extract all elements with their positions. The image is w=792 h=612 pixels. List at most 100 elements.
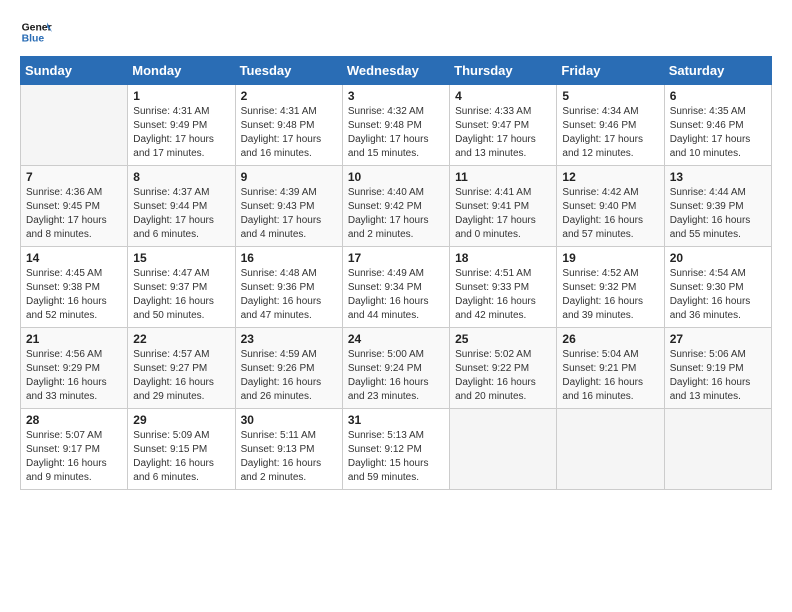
day-number: 30 [241,413,337,427]
day-info: Sunrise: 4:54 AMSunset: 9:30 PMDaylight:… [670,267,766,323]
day-info: Sunrise: 4:52 AMSunset: 9:32 PMDaylight:… [562,267,658,323]
logo-icon: General Blue [20,16,52,48]
day-number: 26 [562,332,658,346]
calendar-cell: 10Sunrise: 4:40 AMSunset: 9:42 PMDayligh… [342,166,449,247]
calendar-cell [664,409,771,490]
calendar-cell: 8 Sunrise: 4:37 AMSunset: 9:44 PMDaylight… [128,166,235,247]
calendar-cell [557,409,664,490]
calendar-cell: 14Sunrise: 4:45 AMSunset: 9:38 PMDayligh… [21,247,128,328]
day-number: 4 [455,89,551,103]
calendar-cell: 17Sunrise: 4:49 AMSunset: 9:34 PMDayligh… [342,247,449,328]
calendar-cell: 11 Sunrise: 4:41 AMSunset: 9:41 PMDayligh… [450,166,557,247]
calendar-cell: 12 Sunrise: 4:42 AMSunset: 9:40 PMDayligh… [557,166,664,247]
day-info: Sunrise: 5:13 AMSunset: 9:12 PMDaylight:… [348,429,444,485]
logo: General Blue [20,16,56,48]
calendar-week-3: 14Sunrise: 4:45 AMSunset: 9:38 PMDayligh… [21,247,772,328]
day-info: Sunrise: 4:40 AMSunset: 9:42 PMDaylight:… [348,186,444,242]
calendar-table: SundayMondayTuesdayWednesdayThursdayFrid… [20,56,772,490]
calendar-cell: 26 Sunrise: 5:04 AMSunset: 9:21 PMDayligh… [557,328,664,409]
day-info: Sunrise: 4:32 AMSunset: 9:48 PMDaylight:… [348,105,444,161]
calendar-cell: 15 Sunrise: 4:47 AMSunset: 9:37 PMDayligh… [128,247,235,328]
calendar-cell: 5 Sunrise: 4:34 AMSunset: 9:46 PMDaylight… [557,85,664,166]
day-number: 27 [670,332,766,346]
day-info: Sunrise: 4:51 AMSunset: 9:33 PMDaylight:… [455,267,551,323]
day-info: Sunrise: 4:39 AMSunset: 9:43 PMDaylight:… [241,186,337,242]
day-number: 16 [241,251,337,265]
col-header-monday: Monday [128,57,235,85]
col-header-thursday: Thursday [450,57,557,85]
day-info: Sunrise: 5:00 AMSunset: 9:24 PMDaylight:… [348,348,444,404]
calendar-cell: 4 Sunrise: 4:33 AMSunset: 9:47 PMDaylight… [450,85,557,166]
calendar-cell: 18Sunrise: 4:51 AMSunset: 9:33 PMDayligh… [450,247,557,328]
calendar-cell: 22 Sunrise: 4:57 AMSunset: 9:27 PMDayligh… [128,328,235,409]
calendar-cell: 20 Sunrise: 4:54 AMSunset: 9:30 PMDayligh… [664,247,771,328]
calendar-week-2: 7 Sunrise: 4:36 AMSunset: 9:45 PMDaylight… [21,166,772,247]
day-info: Sunrise: 5:02 AMSunset: 9:22 PMDaylight:… [455,348,551,404]
day-info: Sunrise: 4:41 AMSunset: 9:41 PMDaylight:… [455,186,551,242]
day-info: Sunrise: 4:56 AMSunset: 9:29 PMDaylight:… [26,348,122,404]
calendar-cell: 24 Sunrise: 5:00 AMSunset: 9:24 PMDayligh… [342,328,449,409]
col-header-tuesday: Tuesday [235,57,342,85]
day-info: Sunrise: 4:34 AMSunset: 9:46 PMDaylight:… [562,105,658,161]
day-info: Sunrise: 4:48 AMSunset: 9:36 PMDaylight:… [241,267,337,323]
calendar-week-1: 1 Sunrise: 4:31 AMSunset: 9:49 PMDaylight… [21,85,772,166]
calendar-cell [450,409,557,490]
calendar-cell: 27 Sunrise: 5:06 AMSunset: 9:19 PMDayligh… [664,328,771,409]
day-number: 17 [348,251,444,265]
day-info: Sunrise: 5:04 AMSunset: 9:21 PMDaylight:… [562,348,658,404]
day-number: 15 [133,251,229,265]
day-info: Sunrise: 4:37 AMSunset: 9:44 PMDaylight:… [133,186,229,242]
day-info: Sunrise: 4:31 AMSunset: 9:49 PMDaylight:… [133,105,229,161]
calendar-cell: 9 Sunrise: 4:39 AMSunset: 9:43 PMDaylight… [235,166,342,247]
col-header-sunday: Sunday [21,57,128,85]
day-info: Sunrise: 4:42 AMSunset: 9:40 PMDaylight:… [562,186,658,242]
day-number: 9 [241,170,337,184]
day-number: 3 [348,89,444,103]
calendar-cell: 7 Sunrise: 4:36 AMSunset: 9:45 PMDaylight… [21,166,128,247]
day-number: 13 [670,170,766,184]
day-number: 23 [241,332,337,346]
day-number: 21 [26,332,122,346]
day-number: 11 [455,170,551,184]
day-info: Sunrise: 4:57 AMSunset: 9:27 PMDaylight:… [133,348,229,404]
day-number: 12 [562,170,658,184]
col-header-wednesday: Wednesday [342,57,449,85]
day-number: 22 [133,332,229,346]
calendar-cell: 6Sunrise: 4:35 AMSunset: 9:46 PMDaylight… [664,85,771,166]
page-header: General Blue [20,16,772,48]
calendar-cell: 3 Sunrise: 4:32 AMSunset: 9:48 PMDaylight… [342,85,449,166]
day-info: Sunrise: 5:06 AMSunset: 9:19 PMDaylight:… [670,348,766,404]
day-info: Sunrise: 4:47 AMSunset: 9:37 PMDaylight:… [133,267,229,323]
col-header-saturday: Saturday [664,57,771,85]
day-number: 8 [133,170,229,184]
day-info: Sunrise: 5:07 AMSunset: 9:17 PMDaylight:… [26,429,122,485]
day-number: 1 [133,89,229,103]
day-info: Sunrise: 4:31 AMSunset: 9:48 PMDaylight:… [241,105,337,161]
calendar-cell: 25 Sunrise: 5:02 AMSunset: 9:22 PMDayligh… [450,328,557,409]
calendar-cell: 23Sunrise: 4:59 AMSunset: 9:26 PMDayligh… [235,328,342,409]
col-header-friday: Friday [557,57,664,85]
day-info: Sunrise: 4:35 AMSunset: 9:46 PMDaylight:… [670,105,766,161]
day-info: Sunrise: 4:45 AMSunset: 9:38 PMDaylight:… [26,267,122,323]
calendar-cell: 19Sunrise: 4:52 AMSunset: 9:32 PMDayligh… [557,247,664,328]
day-info: Sunrise: 4:36 AMSunset: 9:45 PMDaylight:… [26,186,122,242]
calendar-cell: 13Sunrise: 4:44 AMSunset: 9:39 PMDayligh… [664,166,771,247]
day-number: 25 [455,332,551,346]
calendar-week-5: 28 Sunrise: 5:07 AMSunset: 9:17 PMDayligh… [21,409,772,490]
calendar-cell: 1 Sunrise: 4:31 AMSunset: 9:49 PMDaylight… [128,85,235,166]
day-number: 28 [26,413,122,427]
day-number: 29 [133,413,229,427]
day-info: Sunrise: 4:33 AMSunset: 9:47 PMDaylight:… [455,105,551,161]
calendar-cell: 21 Sunrise: 4:56 AMSunset: 9:29 PMDayligh… [21,328,128,409]
day-number: 7 [26,170,122,184]
svg-text:Blue: Blue [22,34,45,45]
calendar-week-4: 21 Sunrise: 4:56 AMSunset: 9:29 PMDayligh… [21,328,772,409]
day-info: Sunrise: 5:09 AMSunset: 9:15 PMDaylight:… [133,429,229,485]
day-number: 2 [241,89,337,103]
calendar-cell: 29 Sunrise: 5:09 AMSunset: 9:15 PMDayligh… [128,409,235,490]
day-number: 20 [670,251,766,265]
calendar-cell: 31Sunrise: 5:13 AMSunset: 9:12 PMDayligh… [342,409,449,490]
day-number: 5 [562,89,658,103]
day-number: 24 [348,332,444,346]
calendar-cell: 2 Sunrise: 4:31 AMSunset: 9:48 PMDaylight… [235,85,342,166]
